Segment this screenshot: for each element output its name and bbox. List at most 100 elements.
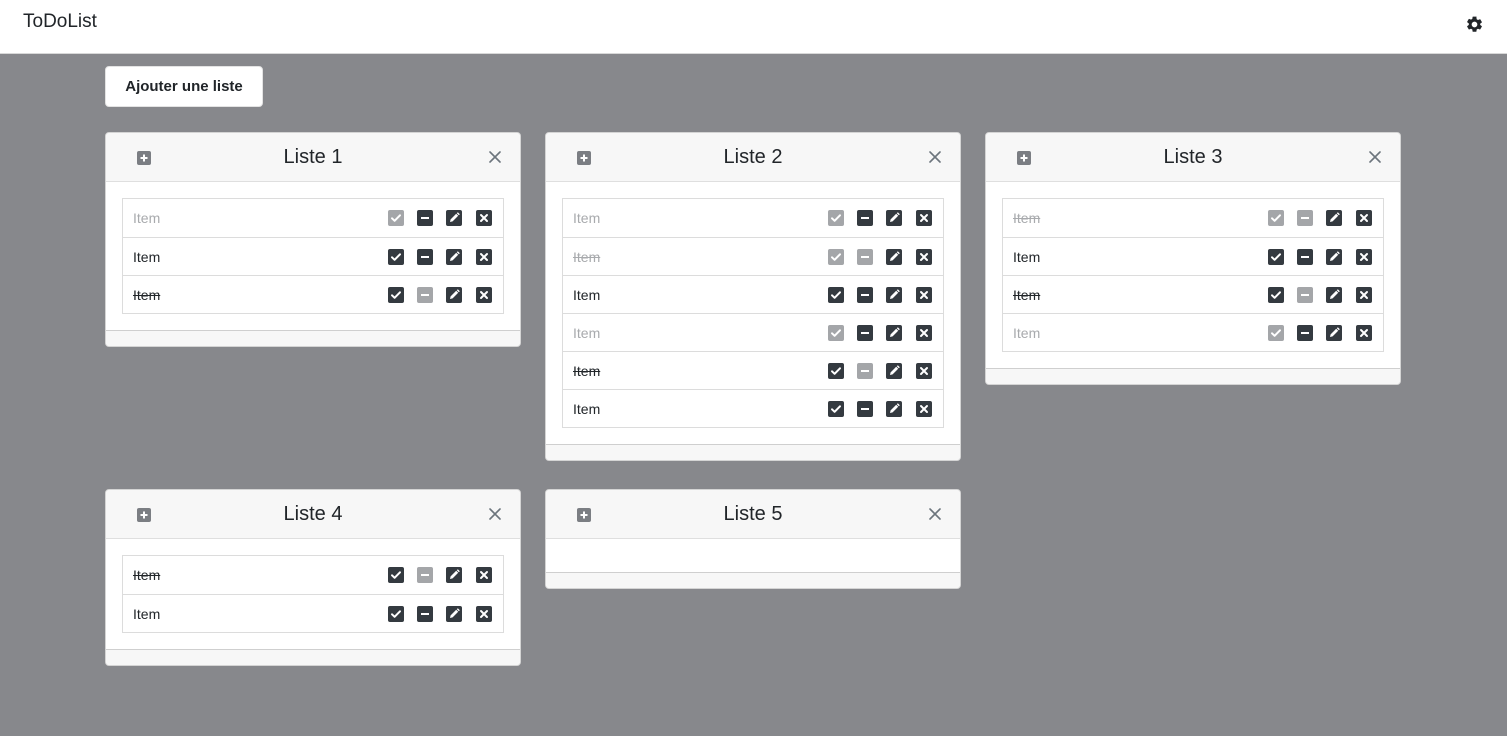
minus-icon[interactable] bbox=[857, 325, 873, 341]
list-title: Liste 4 bbox=[283, 503, 343, 525]
x-icon[interactable] bbox=[916, 325, 932, 341]
pencil-icon[interactable] bbox=[886, 210, 902, 226]
close-icon[interactable] bbox=[489, 508, 501, 520]
pencil-icon[interactable] bbox=[446, 567, 462, 583]
minus-icon[interactable] bbox=[417, 249, 433, 265]
check-icon[interactable] bbox=[388, 606, 404, 622]
x-icon[interactable] bbox=[916, 249, 932, 265]
check-icon[interactable] bbox=[828, 249, 844, 265]
list-header: Liste 5 bbox=[546, 490, 960, 539]
gear-icon[interactable] bbox=[1465, 15, 1484, 34]
item-text: Item bbox=[133, 210, 161, 226]
close-icon[interactable] bbox=[929, 151, 941, 163]
list-item: Item bbox=[1003, 237, 1383, 275]
check-icon[interactable] bbox=[828, 363, 844, 379]
list-title: Liste 1 bbox=[283, 146, 343, 168]
item-text: Item bbox=[573, 363, 601, 379]
check-icon[interactable] bbox=[388, 287, 404, 303]
close-icon[interactable] bbox=[489, 151, 501, 163]
add-list-button[interactable]: Ajouter une liste bbox=[105, 66, 263, 107]
list-body: Item Item Item Item bbox=[986, 182, 1400, 368]
pencil-icon[interactable] bbox=[1326, 325, 1342, 341]
list-item: Item bbox=[563, 275, 943, 313]
pencil-icon[interactable] bbox=[446, 287, 462, 303]
minus-icon[interactable] bbox=[1297, 325, 1313, 341]
pencil-icon[interactable] bbox=[886, 401, 902, 417]
list-item: Item bbox=[123, 556, 503, 594]
check-icon[interactable] bbox=[1268, 249, 1284, 265]
list-item: Item bbox=[563, 389, 943, 427]
item-text: Item bbox=[1013, 325, 1041, 341]
x-icon[interactable] bbox=[1356, 325, 1372, 341]
app-title: ToDoList bbox=[23, 11, 97, 32]
list-item: Item bbox=[123, 275, 503, 313]
pencil-icon[interactable] bbox=[446, 210, 462, 226]
list-item: Item bbox=[123, 237, 503, 275]
list-card: Liste 5 bbox=[545, 489, 961, 589]
item-list: Item Item Item bbox=[122, 198, 504, 314]
x-icon[interactable] bbox=[916, 401, 932, 417]
minus-icon[interactable] bbox=[857, 210, 873, 226]
check-icon[interactable] bbox=[1268, 287, 1284, 303]
item-text: Item bbox=[573, 210, 601, 226]
item-text: Item bbox=[573, 401, 601, 417]
list-item: Item bbox=[123, 199, 503, 237]
minus-icon[interactable] bbox=[1297, 210, 1313, 226]
list-title: Liste 5 bbox=[723, 503, 783, 525]
minus-icon[interactable] bbox=[417, 606, 433, 622]
x-icon[interactable] bbox=[476, 249, 492, 265]
x-icon[interactable] bbox=[1356, 249, 1372, 265]
check-icon[interactable] bbox=[388, 210, 404, 226]
list-footer bbox=[546, 444, 960, 460]
check-icon[interactable] bbox=[388, 249, 404, 265]
x-icon[interactable] bbox=[916, 210, 932, 226]
check-icon[interactable] bbox=[828, 210, 844, 226]
x-icon[interactable] bbox=[1356, 287, 1372, 303]
minus-icon[interactable] bbox=[1297, 287, 1313, 303]
x-icon[interactable] bbox=[1356, 210, 1372, 226]
pencil-icon[interactable] bbox=[446, 606, 462, 622]
check-icon[interactable] bbox=[828, 325, 844, 341]
check-icon[interactable] bbox=[828, 401, 844, 417]
item-text: Item bbox=[1013, 210, 1041, 226]
pencil-icon[interactable] bbox=[886, 325, 902, 341]
minus-icon[interactable] bbox=[417, 287, 433, 303]
list-item: Item bbox=[563, 313, 943, 351]
list-item: Item bbox=[1003, 275, 1383, 313]
x-icon[interactable] bbox=[476, 567, 492, 583]
pencil-icon[interactable] bbox=[446, 249, 462, 265]
list-item: Item bbox=[563, 199, 943, 237]
minus-icon[interactable] bbox=[417, 567, 433, 583]
minus-icon[interactable] bbox=[417, 210, 433, 226]
minus-icon[interactable] bbox=[1297, 249, 1313, 265]
x-icon[interactable] bbox=[916, 363, 932, 379]
minus-icon[interactable] bbox=[857, 287, 873, 303]
pencil-icon[interactable] bbox=[1326, 210, 1342, 226]
check-icon[interactable] bbox=[1268, 325, 1284, 341]
check-icon[interactable] bbox=[388, 567, 404, 583]
minus-icon[interactable] bbox=[857, 249, 873, 265]
close-icon[interactable] bbox=[1369, 151, 1381, 163]
pencil-icon[interactable] bbox=[886, 363, 902, 379]
x-icon[interactable] bbox=[476, 287, 492, 303]
close-icon[interactable] bbox=[929, 508, 941, 520]
minus-icon[interactable] bbox=[857, 401, 873, 417]
check-icon[interactable] bbox=[828, 287, 844, 303]
list-card: Liste 2 Item Item Item Item Item Item bbox=[545, 132, 961, 461]
list-item: Item bbox=[563, 237, 943, 275]
x-icon[interactable] bbox=[476, 210, 492, 226]
list-card: Liste 4 Item Item bbox=[105, 489, 521, 666]
x-icon[interactable] bbox=[916, 287, 932, 303]
item-text: Item bbox=[1013, 249, 1041, 265]
pencil-icon[interactable] bbox=[886, 249, 902, 265]
x-icon[interactable] bbox=[476, 606, 492, 622]
item-text: Item bbox=[573, 249, 601, 265]
pencil-icon[interactable] bbox=[1326, 287, 1342, 303]
check-icon[interactable] bbox=[1268, 210, 1284, 226]
minus-icon[interactable] bbox=[857, 363, 873, 379]
item-list: Item Item Item Item bbox=[1002, 198, 1384, 352]
pencil-icon[interactable] bbox=[886, 287, 902, 303]
list-title: Liste 2 bbox=[723, 146, 783, 168]
list-item: Item bbox=[563, 351, 943, 389]
pencil-icon[interactable] bbox=[1326, 249, 1342, 265]
